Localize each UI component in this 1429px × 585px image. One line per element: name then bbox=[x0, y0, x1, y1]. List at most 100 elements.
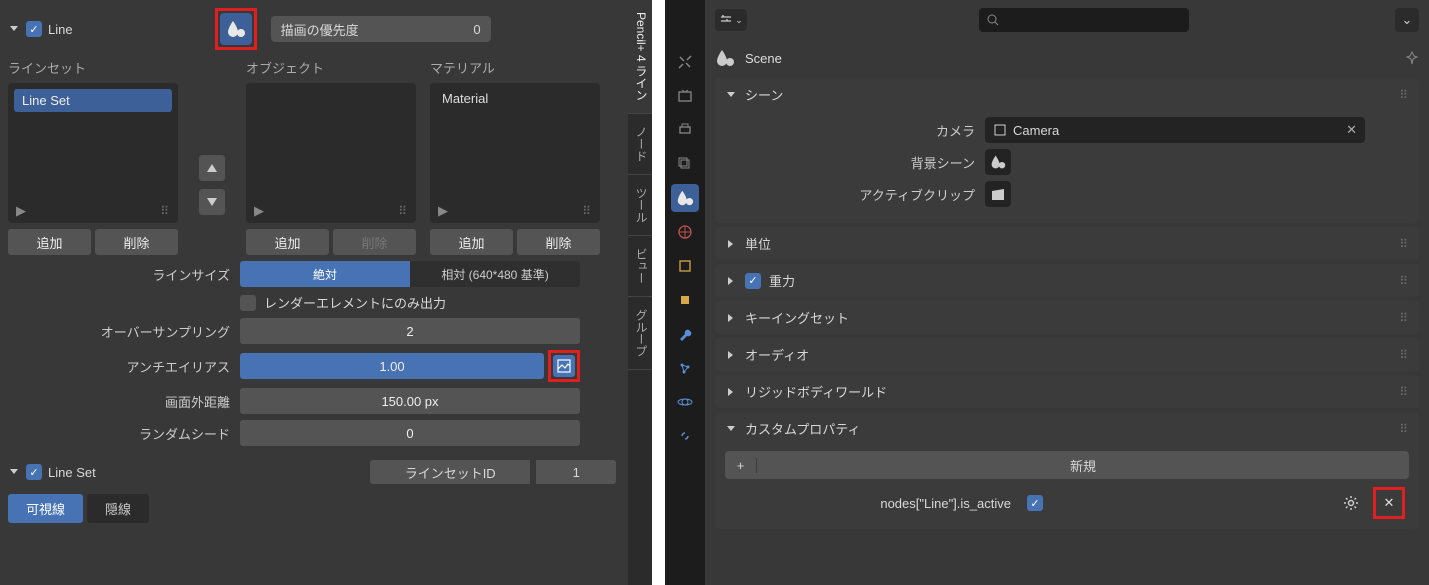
line-enable-checkbox[interactable]: ✓ bbox=[26, 21, 42, 37]
antialias-label: アンチエイリアス bbox=[8, 357, 240, 376]
options-dropdown[interactable]: ⌄ bbox=[1395, 8, 1419, 32]
side-tab-node[interactable]: ノード bbox=[628, 114, 652, 175]
list-grip-icon[interactable]: ⠿ bbox=[582, 204, 592, 218]
audio-collapse[interactable] bbox=[725, 349, 737, 361]
line-size-segmented[interactable]: 絶対 相対 (640*480 基準) bbox=[240, 261, 580, 287]
prop-tab-object[interactable] bbox=[671, 286, 699, 314]
play-icon[interactable]: ▶ bbox=[254, 203, 264, 219]
list-grip-icon[interactable]: ⠿ bbox=[398, 204, 408, 218]
object-delete-button: 削除 bbox=[333, 229, 416, 255]
render-elem-only-checkbox[interactable] bbox=[240, 295, 256, 311]
prop-tab-viewlayer[interactable] bbox=[671, 150, 699, 178]
prop-tab-particles[interactable] bbox=[671, 354, 699, 382]
panel-grip-icon[interactable]: ⠿ bbox=[1399, 88, 1409, 102]
prop-tab-render[interactable] bbox=[671, 82, 699, 110]
material-item[interactable]: Material bbox=[436, 89, 594, 108]
line-node-icon-button[interactable] bbox=[220, 13, 252, 45]
custom-prop-delete[interactable]: ✕ bbox=[1378, 492, 1400, 514]
prop-tab-world[interactable] bbox=[671, 218, 699, 246]
side-tab-group[interactable]: グループ bbox=[628, 297, 652, 370]
camera-field[interactable]: Camera ✕ bbox=[985, 117, 1365, 143]
custom-new-label: 新規 bbox=[757, 456, 1409, 475]
active-clip-picker[interactable] bbox=[985, 181, 1011, 207]
object-icon bbox=[993, 123, 1007, 137]
search-input[interactable] bbox=[979, 8, 1189, 32]
move-up-button[interactable] bbox=[199, 155, 225, 181]
lineset-list[interactable]: Line Set ▶ ⠿ bbox=[8, 83, 178, 223]
custom-prop-checkbox[interactable]: ✓ bbox=[1027, 495, 1043, 511]
prop-tab-physics[interactable] bbox=[671, 388, 699, 416]
object-add-button[interactable]: 追加 bbox=[246, 229, 329, 255]
prop-tab-collection[interactable] bbox=[671, 252, 699, 280]
draw-priority-field[interactable]: 描画の優先度 0 bbox=[271, 16, 491, 42]
panel-grip-icon[interactable]: ⠿ bbox=[1399, 237, 1409, 251]
lineset-id-field[interactable]: 1 bbox=[536, 460, 616, 484]
lineset-add-button[interactable]: 追加 bbox=[8, 229, 91, 255]
play-icon[interactable]: ▶ bbox=[16, 203, 26, 219]
prop-tab-scene[interactable] bbox=[671, 184, 699, 212]
gear-icon[interactable] bbox=[1343, 495, 1359, 511]
layers-icon bbox=[677, 156, 693, 172]
lineset-collapse[interactable] bbox=[8, 466, 20, 478]
panel-grip-icon[interactable]: ⠿ bbox=[1399, 422, 1409, 436]
pin-icon[interactable] bbox=[1405, 51, 1419, 65]
material-delete-button[interactable]: 削除 bbox=[517, 229, 600, 255]
material-column-label: マテリアル bbox=[430, 58, 600, 77]
offscreen-field[interactable]: 150.00 px bbox=[240, 388, 580, 414]
wrench-screwdriver-icon bbox=[677, 54, 693, 70]
material-list[interactable]: Material ▶ ⠿ bbox=[430, 83, 600, 223]
custom-new-button[interactable]: + 新規 bbox=[725, 451, 1409, 479]
lineset-panel-title: Line Set bbox=[48, 465, 96, 480]
particles-icon bbox=[677, 360, 693, 376]
tab-hidden[interactable]: 隠線 bbox=[87, 494, 149, 523]
gravity-checkbox[interactable]: ✓ bbox=[745, 273, 761, 289]
side-tab-view[interactable]: ビュー bbox=[628, 236, 652, 297]
line-size-abs[interactable]: 絶対 bbox=[240, 261, 410, 287]
prop-tab-constraints[interactable] bbox=[671, 422, 699, 450]
panel-grip-icon[interactable]: ⠿ bbox=[1399, 348, 1409, 362]
tab-visible[interactable]: 可視線 bbox=[8, 494, 83, 523]
draw-priority-label: 描画の優先度 bbox=[281, 20, 359, 39]
random-seed-label: ランダムシード bbox=[8, 424, 240, 443]
prop-tab-tool[interactable] bbox=[671, 48, 699, 76]
panel-grip-icon[interactable]: ⠿ bbox=[1399, 274, 1409, 288]
lineset-id-label: ラインセットID bbox=[370, 460, 530, 484]
gravity-collapse[interactable] bbox=[725, 275, 737, 287]
side-tab-tool[interactable]: ツール bbox=[628, 175, 652, 236]
move-down-button[interactable] bbox=[199, 189, 225, 215]
panel-grip-icon[interactable]: ⠿ bbox=[1399, 385, 1409, 399]
link-icon bbox=[677, 428, 693, 444]
prop-tab-modifier[interactable] bbox=[671, 320, 699, 348]
scene-panel-collapse[interactable] bbox=[725, 89, 737, 101]
units-collapse[interactable] bbox=[725, 238, 737, 250]
camera-value: Camera bbox=[1013, 123, 1059, 138]
panel-grip-icon[interactable]: ⠿ bbox=[1399, 311, 1409, 325]
square-corners-icon bbox=[677, 292, 693, 308]
clear-icon[interactable]: ✕ bbox=[1346, 122, 1357, 138]
lineset-item[interactable]: Line Set bbox=[14, 89, 172, 112]
oversampling-field[interactable]: 2 bbox=[240, 318, 580, 344]
custom-collapse[interactable] bbox=[725, 423, 737, 435]
object-list[interactable]: ▶ ⠿ bbox=[246, 83, 416, 223]
antialias-image-button[interactable] bbox=[553, 355, 575, 377]
list-grip-icon[interactable]: ⠿ bbox=[160, 204, 170, 218]
droplet-icon bbox=[226, 19, 246, 39]
wrench-icon bbox=[677, 326, 693, 342]
lineset-delete-button[interactable]: 削除 bbox=[95, 229, 178, 255]
lineset-enable-checkbox[interactable]: ✓ bbox=[26, 464, 42, 480]
side-tab-pencil[interactable]: Pencil+ 4 ライン bbox=[628, 0, 652, 114]
bg-scene-picker[interactable] bbox=[985, 149, 1011, 175]
line-size-rel[interactable]: 相対 (640*480 基準) bbox=[410, 261, 580, 287]
rigid-collapse[interactable] bbox=[725, 386, 737, 398]
keying-collapse[interactable] bbox=[725, 312, 737, 324]
material-add-button[interactable]: 追加 bbox=[430, 229, 513, 255]
collapse-toggle[interactable] bbox=[8, 23, 20, 35]
tv-icon bbox=[677, 88, 693, 104]
camera-label: カメラ bbox=[725, 121, 985, 140]
keying-title: キーイングセット bbox=[745, 308, 849, 327]
editor-type-switch[interactable]: ⌄ bbox=[715, 9, 747, 31]
play-icon[interactable]: ▶ bbox=[438, 203, 448, 219]
random-seed-field[interactable]: 0 bbox=[240, 420, 580, 446]
prop-tab-output[interactable] bbox=[671, 116, 699, 144]
antialias-field[interactable]: 1.00 bbox=[240, 353, 544, 379]
